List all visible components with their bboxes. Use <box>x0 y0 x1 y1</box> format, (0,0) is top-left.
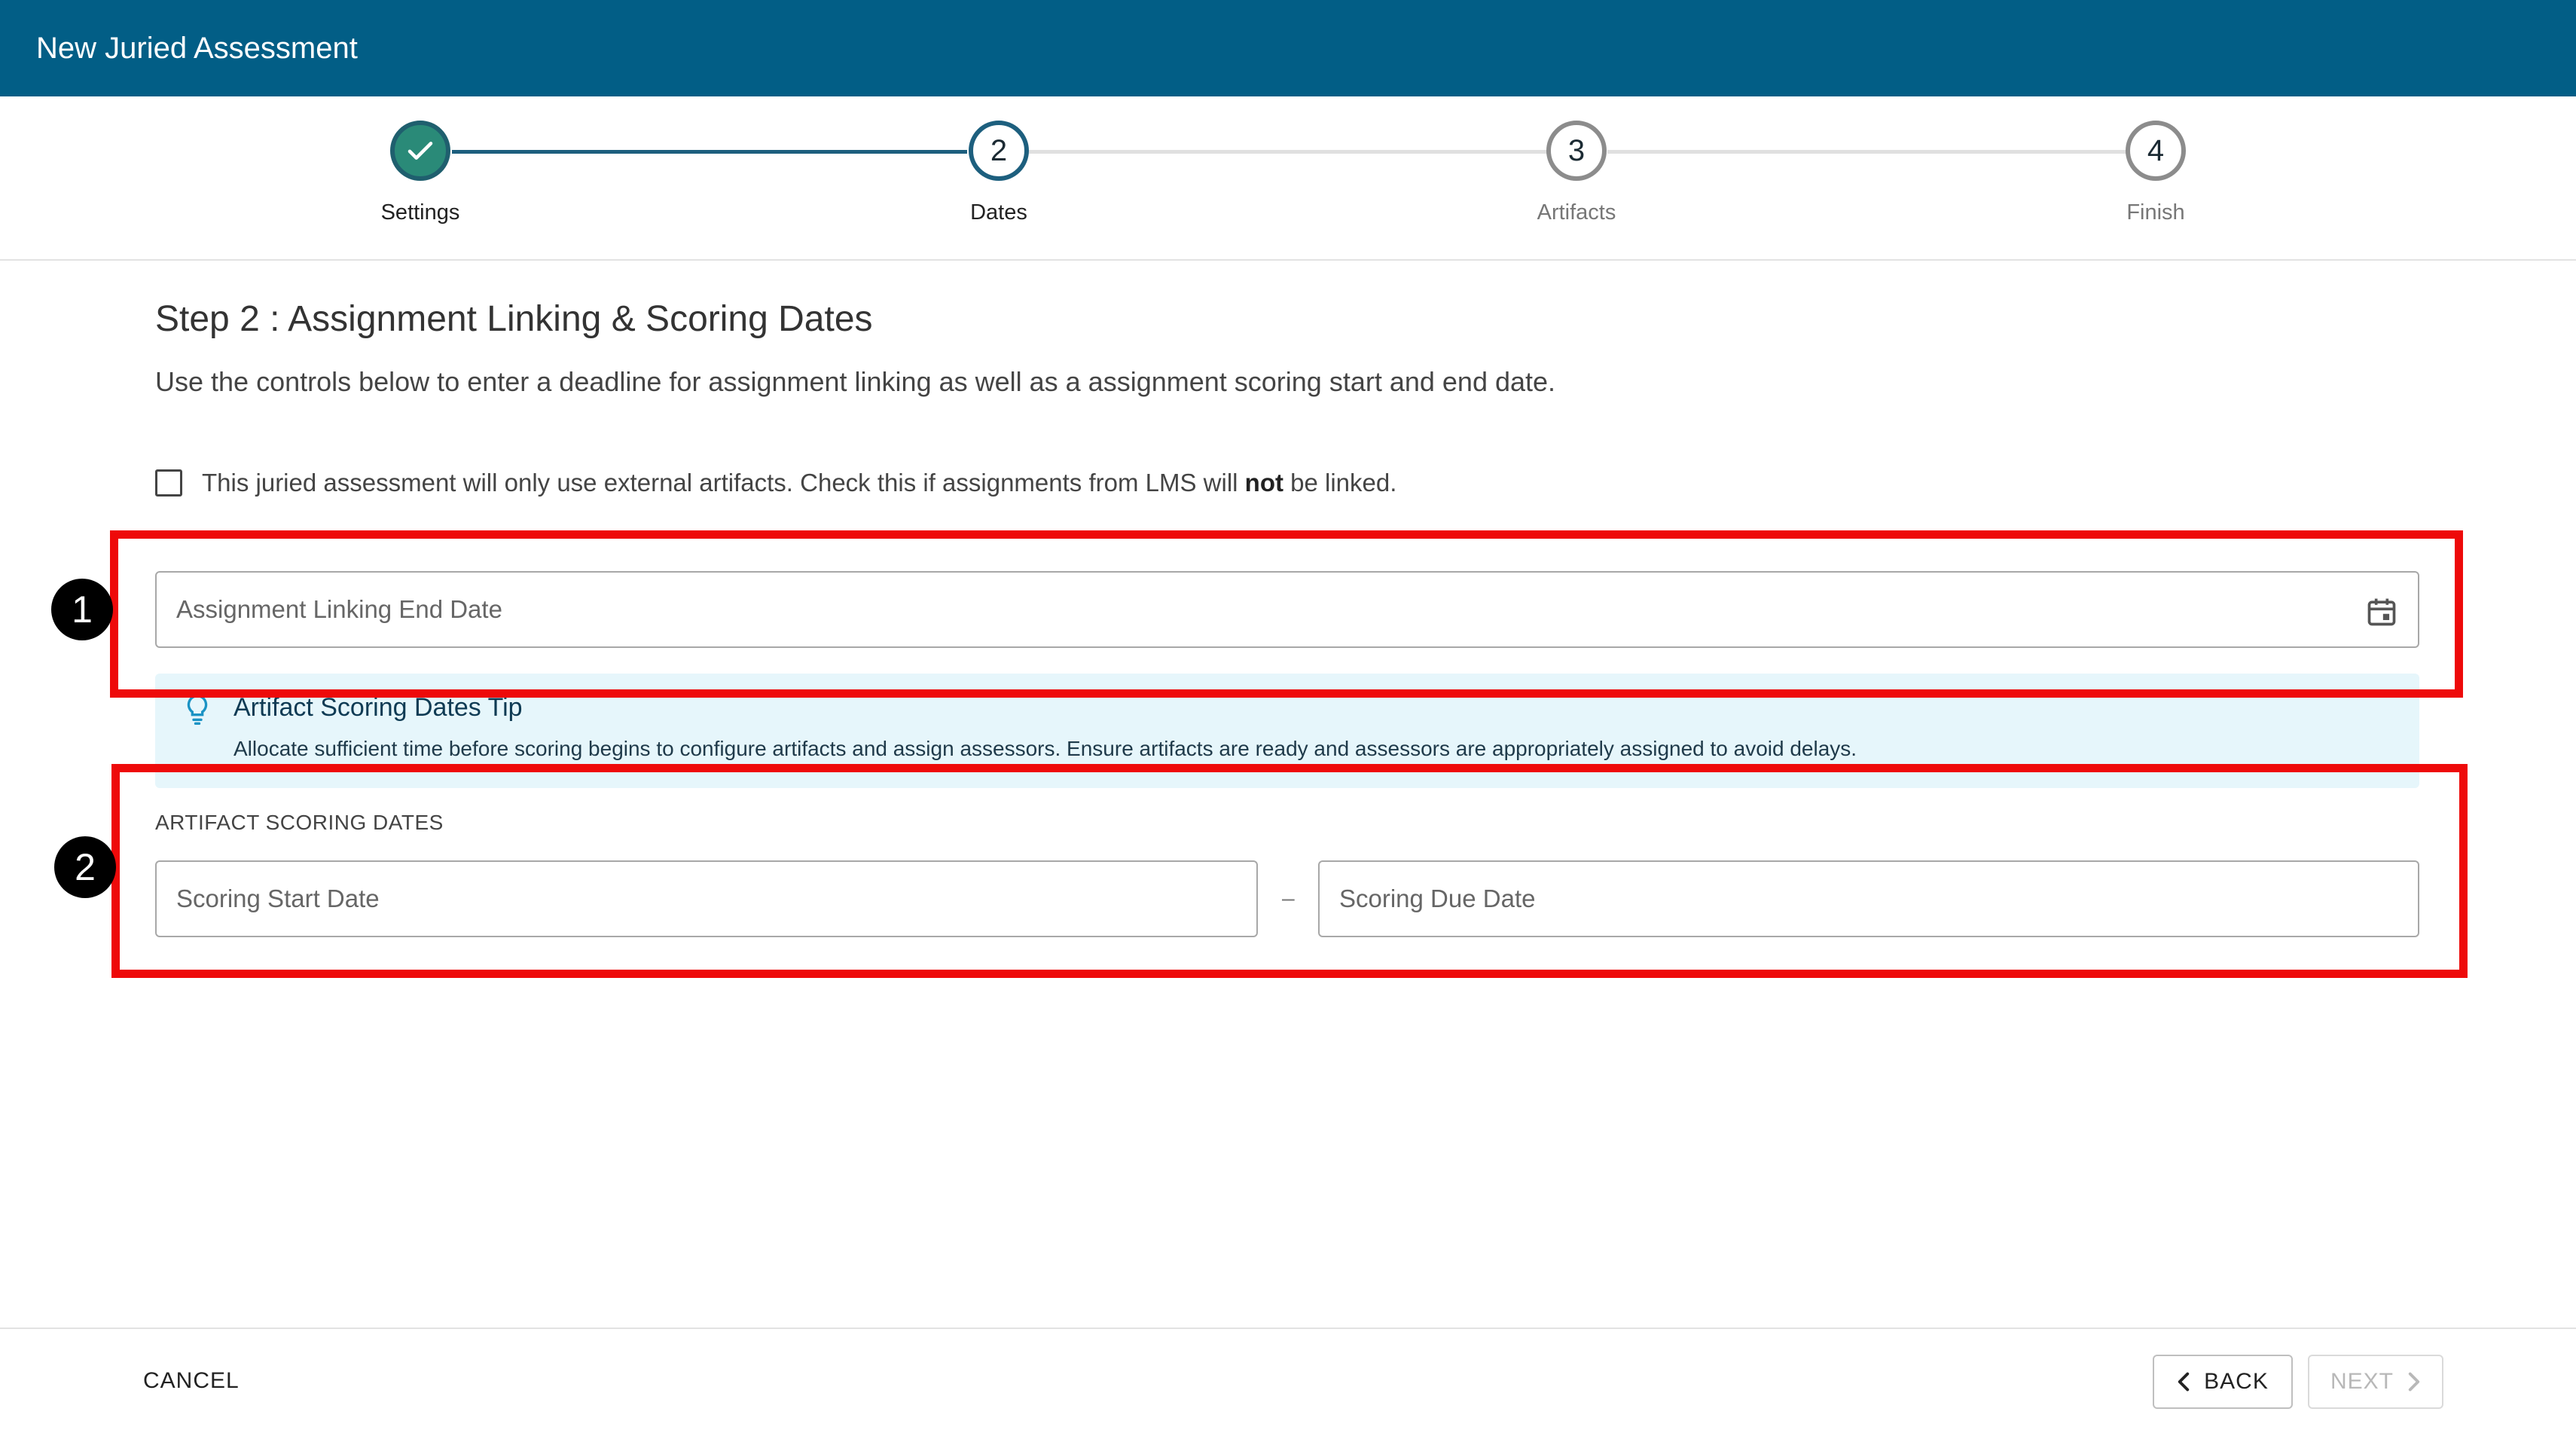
step-dates-indicator: 2 <box>969 121 1029 181</box>
next-button[interactable]: NEXT <box>2308 1355 2443 1409</box>
back-button[interactable]: BACK <box>2153 1355 2293 1409</box>
page-description: Use the controls below to enter a deadli… <box>155 366 1556 397</box>
external-artifacts-option[interactable]: This juried assessment will only use ext… <box>155 469 1396 497</box>
external-artifacts-checkbox[interactable] <box>155 469 182 497</box>
step-finish-label: Finish <box>2126 200 2185 225</box>
chevron-right-icon <box>2408 1372 2420 1392</box>
cancel-button[interactable]: CANCEL <box>143 1368 240 1394</box>
step-settings[interactable]: Settings <box>307 121 533 225</box>
back-button-label: BACK <box>2204 1369 2269 1394</box>
step-artifacts-indicator: 3 <box>1546 121 1607 181</box>
page-header-title: New Juried Assessment <box>36 31 358 65</box>
annotation-box-2 <box>111 764 2468 978</box>
step-dates-label: Dates <box>970 200 1027 225</box>
chevron-left-icon <box>2178 1372 2190 1392</box>
step-finish[interactable]: 4 Finish <box>2043 121 2269 225</box>
annotation-box-1 <box>110 530 2463 698</box>
step-finish-indicator: 4 <box>2126 121 2186 181</box>
step-settings-indicator <box>390 121 450 181</box>
wizard-stepper: Settings 2 Dates 3 Artifacts 4 Finish <box>0 96 2576 261</box>
annotation-marker-2: 2 <box>54 836 116 898</box>
next-button-label: NEXT <box>2330 1369 2394 1394</box>
lightbulb-icon <box>187 694 208 725</box>
app-header: New Juried Assessment <box>0 0 2576 96</box>
external-artifacts-label: This juried assessment will only use ext… <box>202 469 1397 497</box>
emphasis-not: not <box>1244 469 1283 497</box>
step-artifacts-label: Artifacts <box>1537 200 1616 225</box>
checkmark-icon <box>407 142 433 160</box>
wizard-footer: CANCEL BACK NEXT <box>0 1328 2576 1433</box>
annotation-marker-1: 1 <box>51 579 113 640</box>
step-dates[interactable]: 2 Dates <box>886 121 1112 225</box>
page-title: Step 2 : Assignment Linking & Scoring Da… <box>155 299 873 339</box>
step-artifacts[interactable]: 3 Artifacts <box>1463 121 1689 225</box>
tip-text: Allocate sufficient time before scoring … <box>233 737 1857 760</box>
step-settings-label: Settings <box>380 200 460 225</box>
